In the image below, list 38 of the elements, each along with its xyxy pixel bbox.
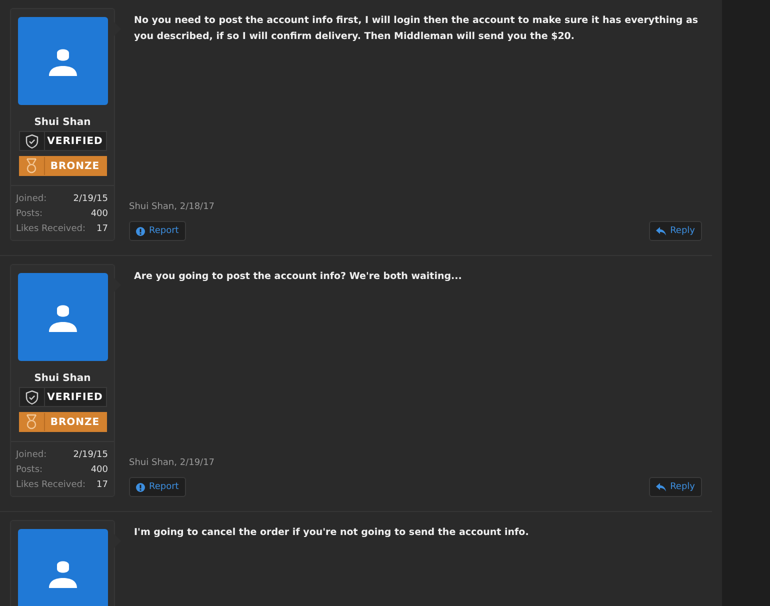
avatar[interactable] xyxy=(18,273,108,361)
alert-icon xyxy=(136,482,145,492)
stat-value: 400 xyxy=(90,464,108,474)
post-byline: Shui Shan, 2/18/17 xyxy=(129,202,216,212)
stat-value: 17 xyxy=(96,480,108,490)
stat-label: Joined: xyxy=(16,450,47,460)
reply-button[interactable]: Reply xyxy=(649,477,702,497)
username[interactable]: Shui Shan xyxy=(34,117,91,128)
stat-label: Likes Received: xyxy=(16,224,86,234)
stat-label: Posts: xyxy=(16,208,43,218)
medal-icon xyxy=(25,414,38,430)
stat-value: 17 xyxy=(96,224,108,234)
post-byline: Shui Shan, 2/19/17 xyxy=(129,458,216,468)
alert-icon xyxy=(136,226,145,236)
post-message: No you need to post the account info first, I will login then the account to make sure it has everything as you described, if so I will confirm delivery. Then Middleman will send you the $20. xyxy=(133,14,700,44)
medal-icon xyxy=(25,158,38,174)
avatar[interactable] xyxy=(18,17,108,105)
stat-label: Likes Received: xyxy=(16,480,86,490)
shield-check-icon xyxy=(24,134,38,148)
user-badge: BRONZE xyxy=(18,412,106,432)
user-badge: VERIFIED xyxy=(18,387,106,407)
report-button[interactable]: Report xyxy=(129,221,186,241)
post-message: I'm going to cancel the order if you're not going to send the account info. xyxy=(133,526,530,540)
stat-label: Joined: xyxy=(16,194,47,204)
report-button[interactable]: Report xyxy=(129,477,186,497)
avatar[interactable] xyxy=(18,529,108,606)
stat-value: 2/19/15 xyxy=(73,450,108,460)
user-badge: BRONZE xyxy=(18,156,106,176)
shield-check-icon xyxy=(24,390,38,404)
username[interactable]: Shui Shan xyxy=(34,373,91,384)
stat-label: Posts: xyxy=(16,464,43,474)
reply-arrow-icon xyxy=(656,482,666,492)
user-badge: VERIFIED xyxy=(18,131,106,151)
post-message: Are you going to post the account info? We're both waiting... xyxy=(133,270,463,284)
stat-value: 2/19/15 xyxy=(73,194,108,204)
reply-button[interactable]: Reply xyxy=(649,221,702,241)
stat-value: 400 xyxy=(90,208,108,218)
reply-arrow-icon xyxy=(656,226,666,236)
